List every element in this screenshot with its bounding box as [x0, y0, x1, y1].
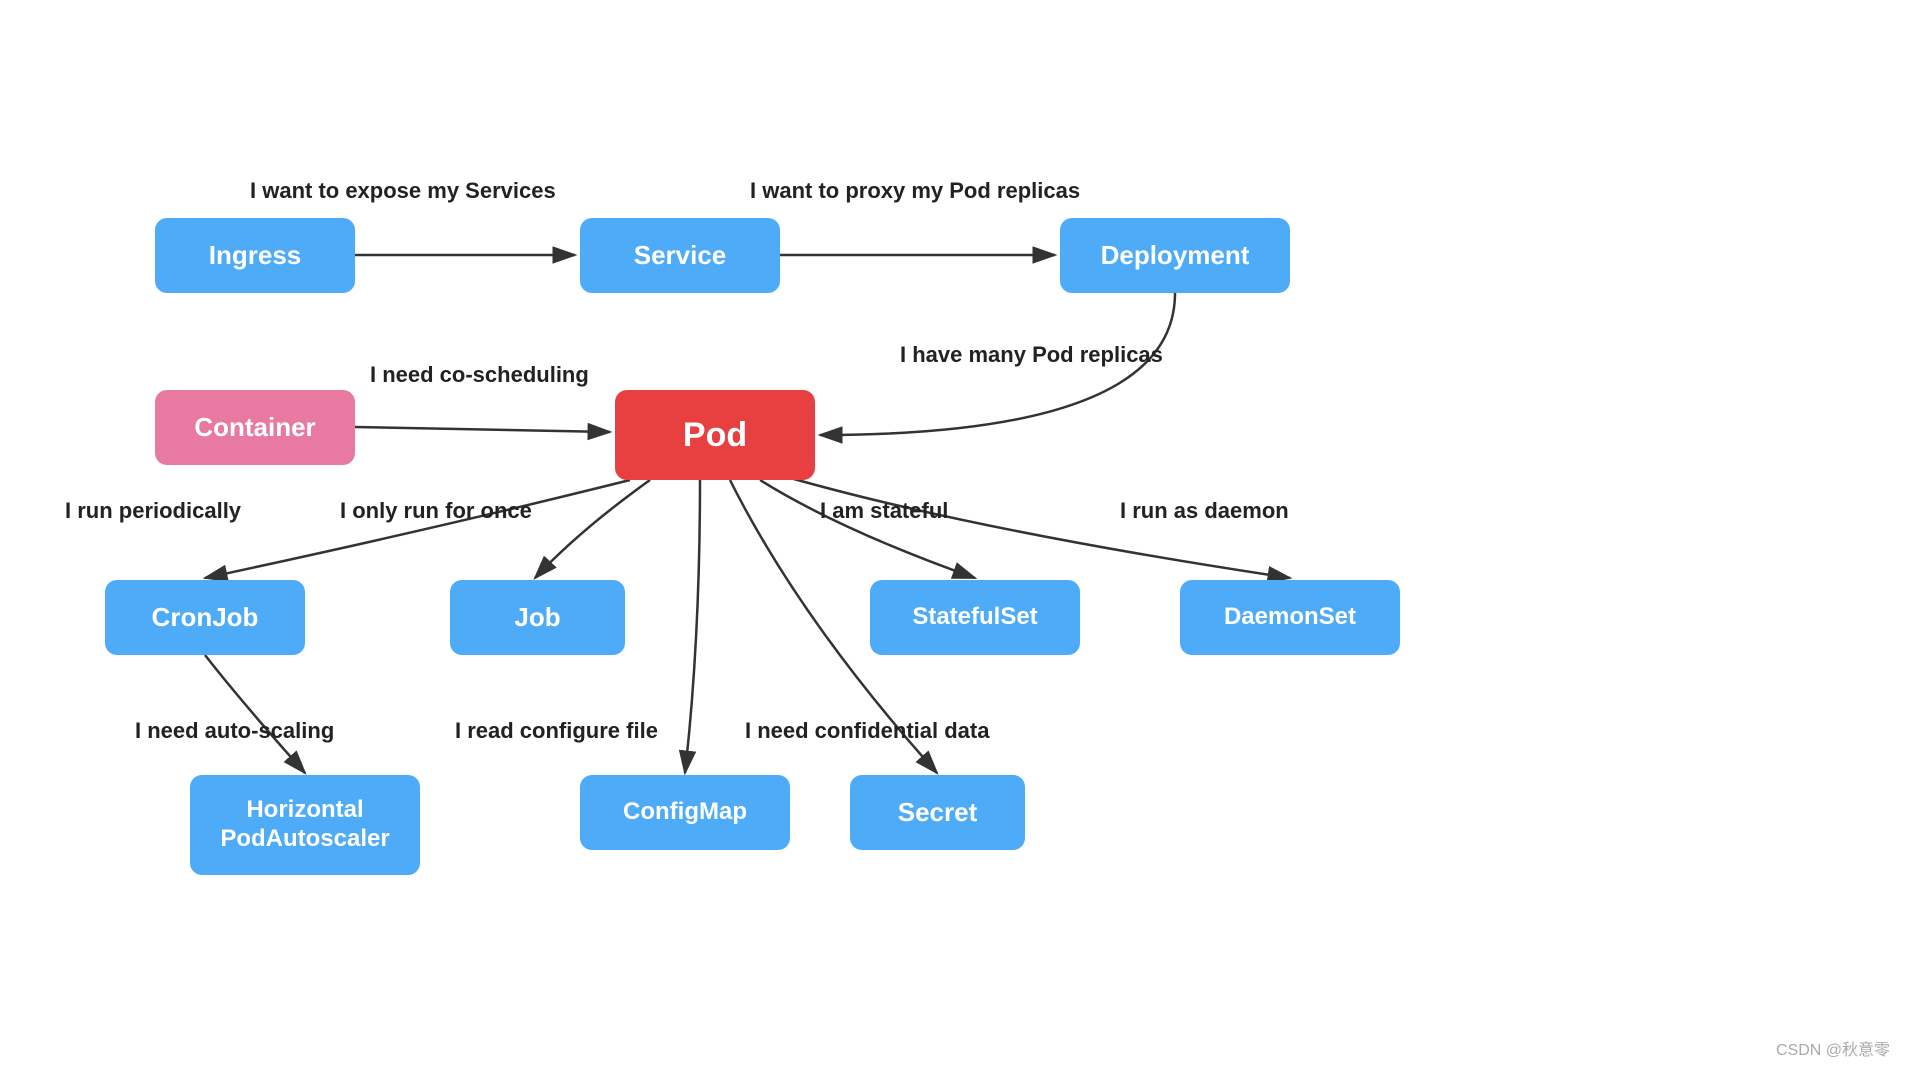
label-cronjob: I run periodically: [65, 498, 241, 524]
hpa-node: Horizontal PodAutoscaler: [190, 775, 420, 875]
label-deployment-pod: I have many Pod replicas: [900, 342, 1163, 368]
ingress-node: Ingress: [155, 218, 355, 293]
label-statefulset: I am stateful: [820, 498, 948, 524]
label-configmap: I read configure file: [455, 718, 658, 744]
watermark: CSDN @秋意零: [1776, 1036, 1890, 1060]
label-ingress-service: I want to expose my Services: [250, 178, 556, 204]
cronjob-node: CronJob: [105, 580, 305, 655]
configmap-node: ConfigMap: [580, 775, 790, 850]
label-secret: I need confidential data: [745, 718, 989, 744]
container-node: Container: [155, 390, 355, 465]
pod-node: Pod: [615, 390, 815, 480]
secret-node: Secret: [850, 775, 1025, 850]
job-node: Job: [450, 580, 625, 655]
daemonset-node: DaemonSet: [1180, 580, 1400, 655]
arrows-svg: [0, 0, 1920, 1080]
diagram: Ingress Service Deployment Container Pod…: [0, 0, 1920, 1080]
statefulset-node: StatefulSet: [870, 580, 1080, 655]
label-container-pod: I need co-scheduling: [370, 362, 589, 388]
deployment-node: Deployment: [1060, 218, 1290, 293]
label-daemonset: I run as daemon: [1120, 498, 1289, 524]
service-node: Service: [580, 218, 780, 293]
label-service-deployment: I want to proxy my Pod replicas: [750, 178, 1080, 204]
label-hpa: I need auto-scaling: [135, 718, 334, 744]
label-job: I only run for once: [340, 498, 532, 524]
